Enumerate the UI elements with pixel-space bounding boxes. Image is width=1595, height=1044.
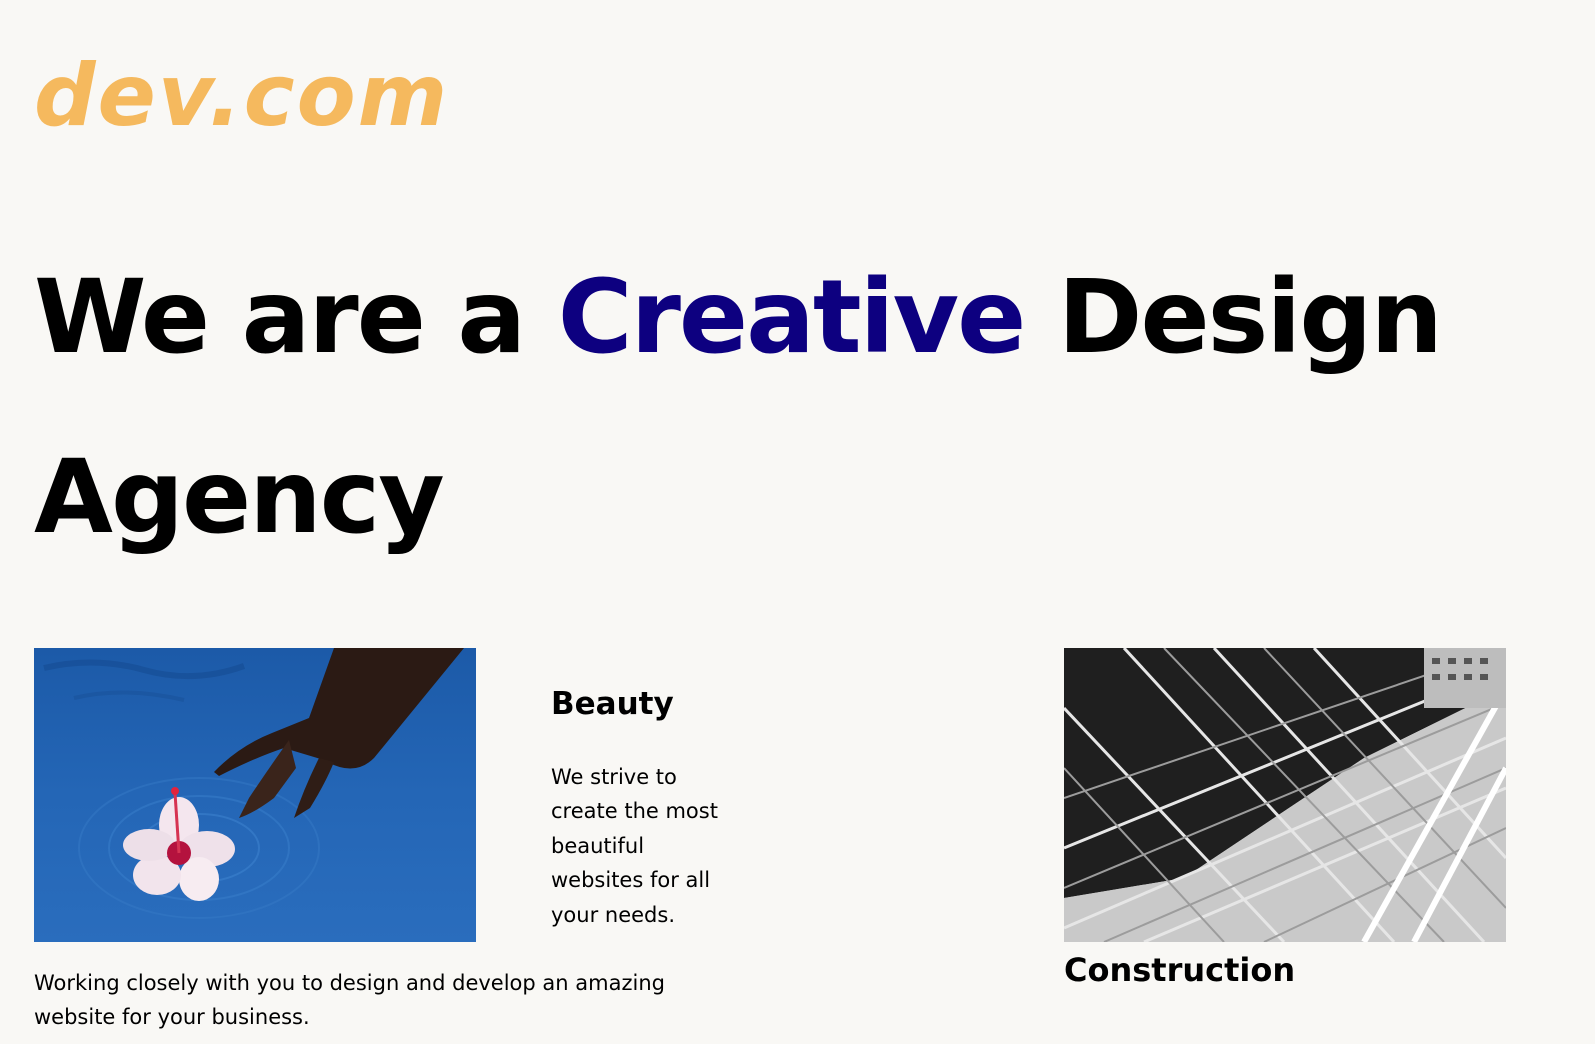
logo[interactable]: dev.com (34, 36, 449, 156)
intro-text: Working closely with you to design and d… (34, 971, 665, 1029)
beauty-title: Beauty (551, 686, 674, 722)
hero-title-start: We are a (34, 258, 558, 377)
steel-structure-photo-icon (1064, 648, 1506, 942)
beauty-description: We strive to create the most beautiful w… (551, 765, 718, 927)
hero-title-accent: Creative (557, 258, 1027, 377)
hibiscus-flower-in-water-photo-icon (34, 648, 476, 942)
construction-image (1064, 648, 1506, 942)
beauty-image (34, 648, 476, 942)
construction-title: Construction (1064, 951, 1296, 989)
hero-heading: We are a Creative Design Agency (34, 228, 1574, 588)
